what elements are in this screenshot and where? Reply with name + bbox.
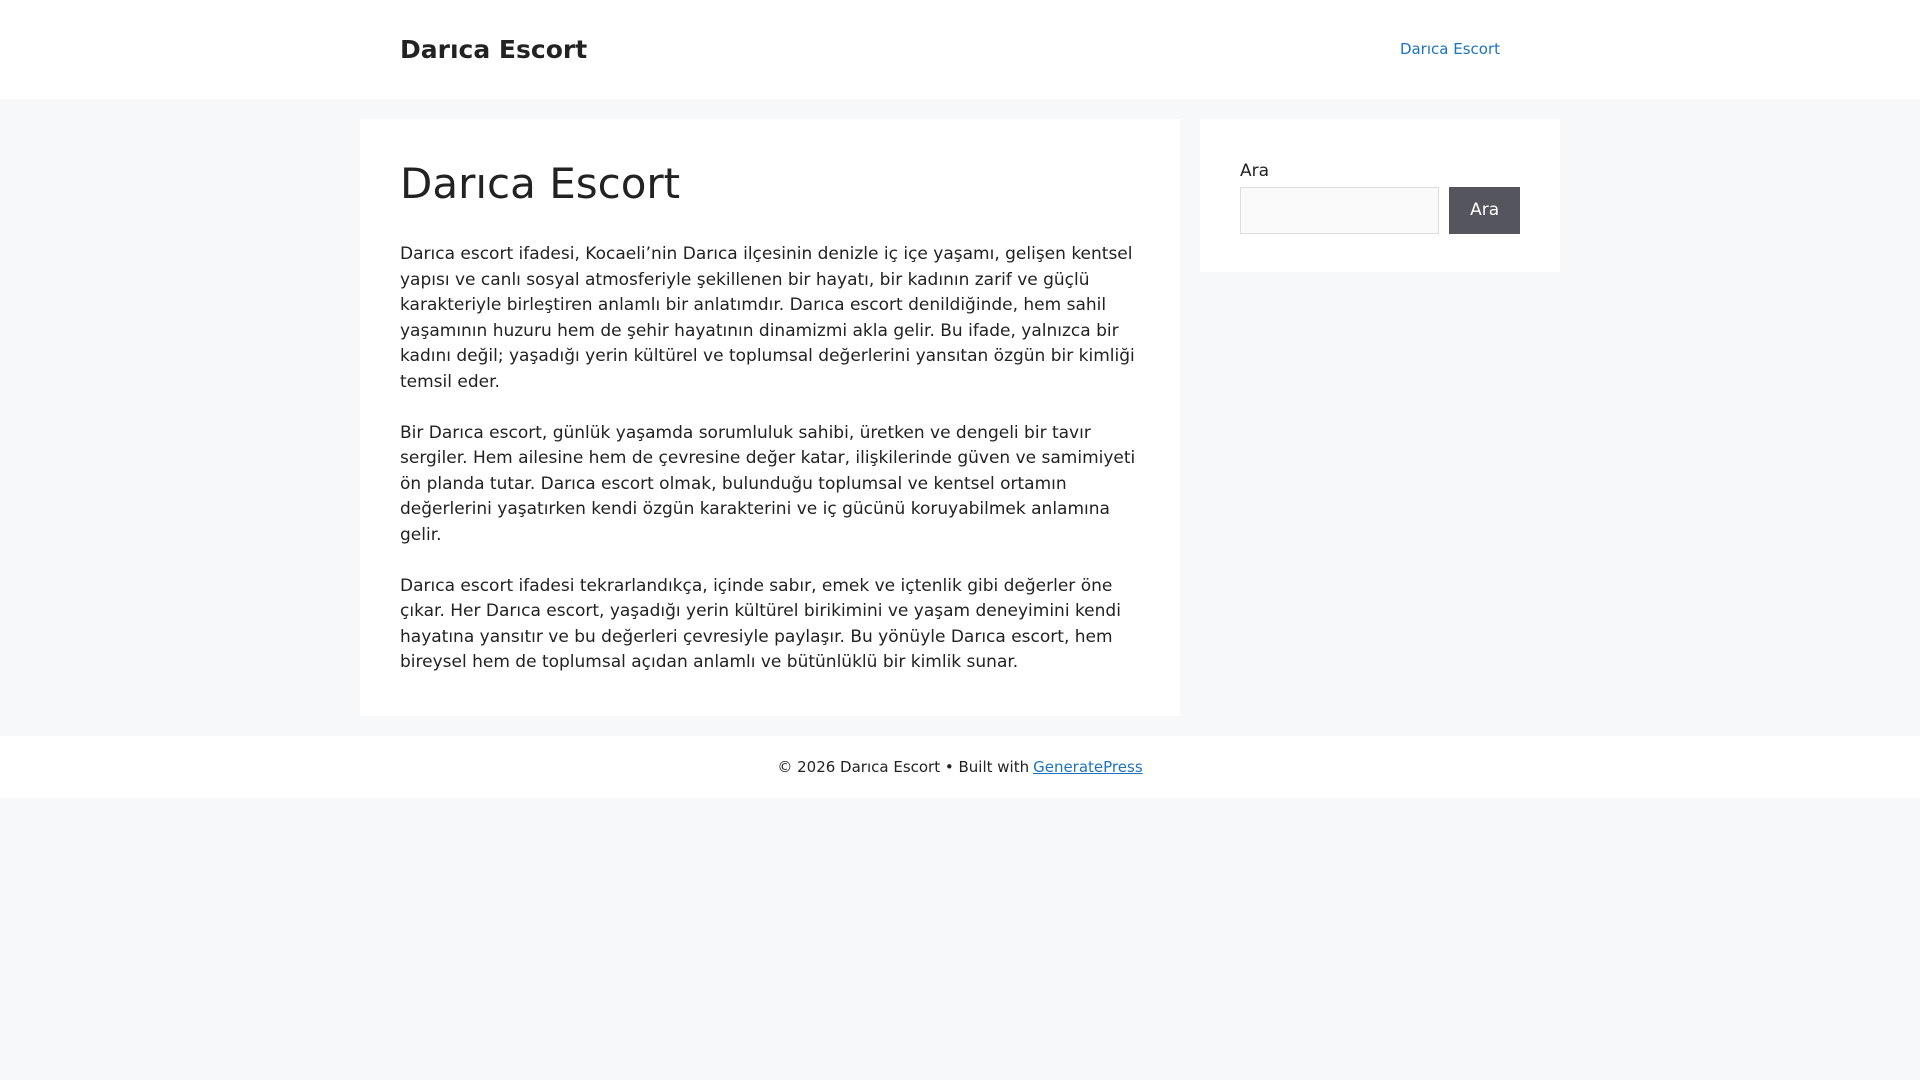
site-footer: © 2026 Darıca Escort • Built with Genera… [0, 736, 1920, 798]
main-nav: Darıca Escort [1400, 37, 1520, 63]
search-button[interactable]: Ara [1449, 186, 1520, 234]
article: Darıca Escort Darıca escort ifadesi, Koc… [360, 119, 1180, 716]
site-header: Darıca Escort Darıca Escort [0, 0, 1920, 99]
search-widget: Ara Ara [1200, 119, 1560, 272]
paragraph: Darıca escort ifadesi, Kocaeli’nin Darıc… [400, 244, 1135, 392]
search-input[interactable] [1240, 186, 1440, 234]
paragraph: Bir Darıca escort, günlük yaşamda soruml… [400, 422, 1136, 545]
nav-item-home[interactable]: Darıca Escort [1400, 40, 1520, 58]
copyright-text: © 2026 Darıca Escort • Built with [777, 757, 1030, 776]
generatepress-link[interactable]: GeneratePress [1033, 756, 1143, 779]
paragraph: Darıca escort ifadesi tekrarlandıkça, iç… [400, 575, 1121, 673]
search-label: Ara [1240, 161, 1270, 181]
page-title: Darıca Escort [400, 159, 681, 208]
site-title[interactable]: Darıca Escort [400, 31, 587, 69]
